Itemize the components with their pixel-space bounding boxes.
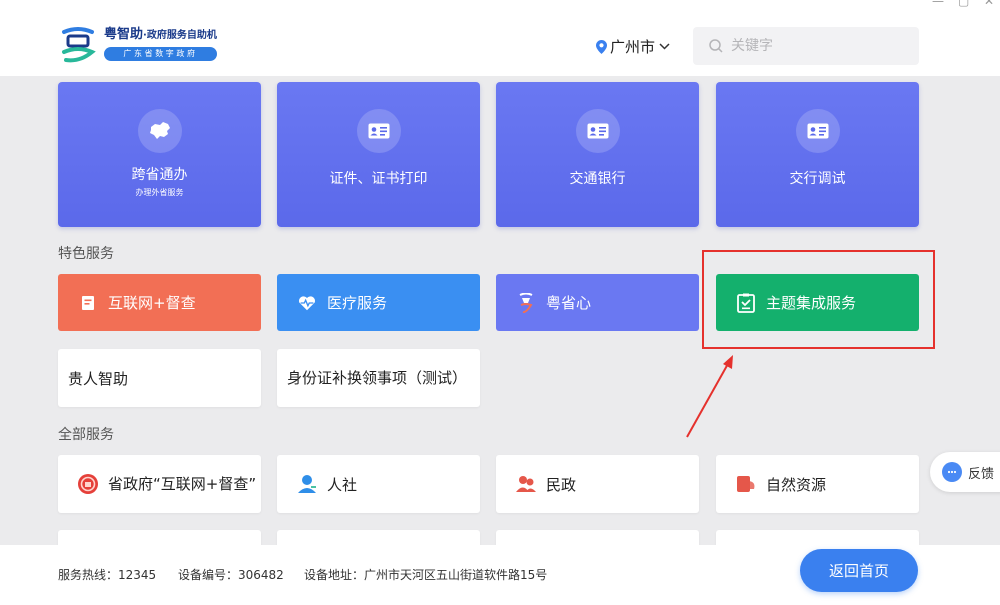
service-gov-supervision[interactable]: 省政府“互联网+督查”: [58, 455, 261, 513]
person-icon: [295, 472, 319, 496]
header-bar: — ▢ ✕ 粤智助·政府服务自助机 广东省数字政府 广州市: [0, 0, 1000, 76]
service-label: 人社: [327, 474, 357, 495]
feedback-button[interactable]: 反馈: [930, 452, 1000, 492]
resource-icon: [734, 472, 758, 496]
gov-emblem-icon: [76, 472, 100, 496]
device-address: 设备地址：广州市天河区五山街道软件路15号: [304, 566, 547, 583]
location-pin-icon: [596, 40, 607, 54]
card-bocom-debug[interactable]: 交行调试: [716, 82, 919, 227]
service-natural-resources[interactable]: 自然资源: [716, 455, 919, 513]
app-logo: 粤智助·政府服务自助机 广东省数字政府: [58, 24, 217, 64]
card-label: 跨省通办: [58, 164, 261, 184]
featured-label: 身份证补换领事项（测试）: [287, 369, 462, 388]
service-civil-affairs[interactable]: 民政: [496, 455, 699, 513]
featured-label: 贵人智助: [68, 368, 128, 389]
card-sublabel: 办理外省服务: [58, 187, 261, 198]
service-label: 省政府“互联网+督查”: [108, 475, 256, 494]
yue-logo-icon: [58, 24, 98, 64]
featured-label: 粤省心: [546, 292, 591, 313]
featured-id-card-renewal[interactable]: 身份证补换领事项（测试）: [277, 349, 480, 407]
featured-yue-sheng-xin[interactable]: 粤省心: [496, 274, 699, 331]
service-hotline: 服务热线：12345: [58, 566, 156, 583]
featured-label: 互联网+督查: [108, 292, 196, 313]
id-card-icon: [576, 109, 620, 153]
chevron-down-icon: [659, 43, 670, 50]
city-selector[interactable]: 广州市: [596, 36, 670, 57]
minimize-icon[interactable]: —: [932, 0, 944, 8]
service-human-resources[interactable]: 人社: [277, 455, 480, 513]
annotation-arrow: [680, 350, 740, 442]
maximize-icon[interactable]: ▢: [958, 0, 969, 8]
card-label: 证件、证书打印: [277, 168, 480, 188]
people-icon: [514, 472, 538, 496]
card-certificate-print[interactable]: 证件、证书打印: [277, 82, 480, 227]
heart-pulse-icon: [297, 293, 317, 313]
section-title-featured: 特色服务: [58, 243, 114, 263]
logo-title: 粤智助·政府服务自助机: [104, 27, 217, 44]
highlight-box: [702, 250, 935, 349]
service-label: 民政: [546, 474, 576, 495]
service-label: 自然资源: [766, 474, 826, 495]
home-button[interactable]: 返回首页: [800, 549, 918, 592]
china-map-icon: [138, 109, 182, 153]
document-edit-icon: [78, 293, 98, 313]
card-label: 交通银行: [496, 168, 699, 188]
featured-guiren-assist[interactable]: 贵人智助: [58, 349, 261, 407]
id-card-icon: [796, 109, 840, 153]
section-title-all: 全部服务: [58, 424, 114, 444]
card-cross-province[interactable]: 跨省通办 办理外省服务: [58, 82, 261, 227]
featured-internet-supervision[interactable]: 互联网+督查: [58, 274, 261, 331]
search-input[interactable]: [731, 38, 901, 54]
chat-bubble-icon: [942, 462, 962, 482]
card-bocom[interactable]: 交通银行: [496, 82, 699, 227]
featured-label: 医疗服务: [327, 292, 387, 313]
logo-subtitle: 广东省数字政府: [104, 47, 217, 61]
city-label: 广州市: [610, 36, 655, 57]
device-number: 设备编号：306482: [178, 566, 284, 583]
featured-medical[interactable]: 医疗服务: [277, 274, 480, 331]
card-label: 交行调试: [716, 168, 919, 188]
search-icon: [709, 39, 723, 53]
search-box[interactable]: [693, 27, 919, 65]
id-card-icon: [357, 109, 401, 153]
yue-logo-icon: [516, 293, 536, 313]
close-icon[interactable]: ✕: [984, 0, 994, 8]
feedback-label: 反馈: [968, 463, 994, 482]
